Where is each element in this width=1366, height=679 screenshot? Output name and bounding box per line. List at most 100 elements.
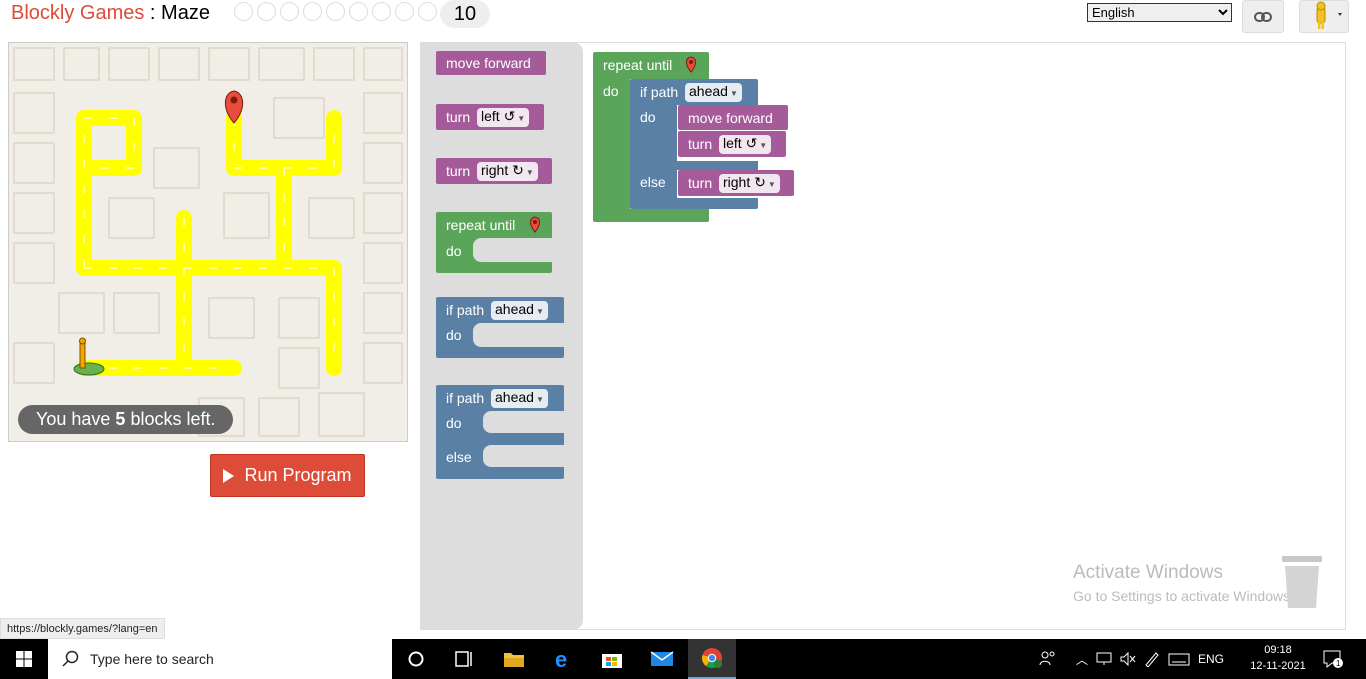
input-language[interactable]: ENG — [1198, 652, 1224, 666]
block-label: repeat until — [446, 217, 516, 233]
block-label: if path — [446, 390, 485, 406]
dropdown-value: right ↻ — [481, 162, 524, 178]
block-label: do — [446, 415, 462, 431]
clock-date: 12-11-2021 — [1250, 660, 1306, 672]
block-label: do — [640, 109, 656, 125]
game-name: Maze — [161, 2, 210, 24]
block-label: if path — [640, 84, 679, 100]
statement-slot[interactable] — [473, 238, 552, 262]
dropdown-value: left ↺ — [723, 135, 758, 151]
link-button[interactable] — [1242, 0, 1284, 33]
block-label: else — [446, 449, 472, 465]
system-tray — [1038, 639, 1056, 679]
level-5-link[interactable] — [326, 2, 345, 21]
blocks-left-suffix: blocks left. — [125, 409, 216, 429]
dropdown-value: right ↻ — [723, 174, 766, 190]
cortana-icon — [408, 651, 424, 667]
keyboard-icon[interactable] — [1168, 652, 1190, 666]
level-3-link[interactable] — [280, 2, 299, 21]
path-dropdown[interactable]: ahead ▼ — [491, 301, 548, 320]
level-4-link[interactable] — [303, 2, 322, 21]
taskbar-search-box[interactable]: Type here to search — [48, 639, 392, 679]
windows-taskbar: Type here to search e ︿ ENG 09:18 12-11-… — [0, 639, 1366, 679]
direction-dropdown[interactable]: right ↻ ▼ — [477, 162, 538, 181]
block-label: if path — [446, 302, 485, 318]
notification-icon: 1 — [1323, 650, 1343, 669]
block-label: else — [640, 174, 666, 190]
network-icon[interactable] — [1096, 652, 1112, 666]
clock[interactable]: 09:18 12-11-2021 — [1246, 642, 1310, 674]
trash-can-icon[interactable] — [1282, 556, 1322, 608]
blockly-maze-page: Blockly Games : Maze 10 English You have… — [0, 0, 1366, 679]
block-label: do — [446, 327, 462, 343]
block-label: do — [603, 83, 619, 99]
folder-icon — [504, 653, 524, 667]
watermark-title: Activate Windows — [1073, 562, 1223, 583]
task-view-button[interactable] — [440, 639, 488, 679]
brand-link[interactable]: Blockly Games — [11, 2, 144, 24]
level-7-link[interactable] — [372, 2, 391, 21]
page-title: Blockly Games : Maze — [11, 2, 210, 25]
search-placeholder: Type here to search — [90, 651, 214, 667]
program-move-forward-block[interactable]: move forward — [678, 105, 788, 130]
volume-muted-icon[interactable] — [1120, 652, 1136, 666]
file-explorer-button[interactable] — [490, 639, 538, 679]
block-label: turn — [688, 136, 713, 152]
tray-icons: ︿ ENG — [1076, 639, 1224, 679]
clock-time: 09:18 — [1264, 644, 1292, 656]
level-9-link[interactable] — [418, 2, 437, 21]
direction-dropdown[interactable]: left ↺ ▼ — [477, 108, 530, 127]
task-view-icon — [455, 651, 472, 667]
level-6-link[interactable] — [349, 2, 368, 21]
path-dropdown[interactable]: ahead ▼ — [685, 83, 742, 102]
toolbox-if-else-block[interactable]: if path ahead ▼ do else — [436, 385, 564, 479]
level-2-link[interactable] — [257, 2, 276, 21]
toolbox-move-forward-block[interactable]: move forward — [436, 51, 546, 75]
chrome-icon — [702, 648, 722, 668]
maze-svg — [13, 47, 403, 437]
goal-marker-icon — [686, 56, 696, 73]
block-label: turn — [446, 163, 471, 179]
level-8-link[interactable] — [395, 2, 414, 21]
block-label: turn — [688, 175, 713, 191]
notification-count: 1 — [1336, 659, 1341, 668]
edge-icon: e — [555, 648, 567, 670]
watermark-subtitle: Go to Settings to activate Windows. — [1073, 588, 1294, 604]
run-program-button[interactable]: Run Program — [210, 454, 365, 497]
toolbox-turn-right-block[interactable]: turn right ↻ ▼ — [436, 158, 552, 184]
dropdown-value: ahead — [495, 389, 534, 405]
path-dropdown[interactable]: ahead ▼ — [491, 389, 548, 408]
direction-dropdown[interactable]: left ↺ ▼ — [719, 135, 772, 154]
level-1-link[interactable] — [234, 2, 253, 21]
chrome-button[interactable] — [688, 639, 736, 679]
cortana-button[interactable] — [392, 639, 440, 679]
toolbox-if-path-block[interactable]: if path ahead ▼ do — [436, 297, 564, 358]
svg-text:e: e — [555, 648, 567, 670]
start-button[interactable] — [0, 639, 48, 679]
store-button[interactable] — [588, 639, 636, 679]
notification-center[interactable]: 1 — [1322, 639, 1344, 679]
level-selector — [234, 2, 437, 21]
language-select[interactable]: English — [1087, 3, 1232, 22]
toolbox-repeat-until-block[interactable]: repeat until do — [436, 212, 552, 273]
program-turn-left-block[interactable]: turn left ↺ ▼ — [678, 131, 786, 157]
people-icon[interactable] — [1038, 650, 1056, 668]
block-label: turn — [446, 109, 471, 125]
windows-logo-icon — [16, 651, 32, 667]
blocks-left-badge: You have 5 blocks left. — [18, 405, 234, 434]
block-label: do — [446, 243, 462, 259]
direction-dropdown[interactable]: right ↻ ▼ — [719, 174, 780, 193]
block-label: move forward — [688, 110, 773, 126]
toolbox-turn-left-block[interactable]: turn left ↺ ▼ — [436, 104, 544, 130]
pegman-button[interactable] — [1299, 0, 1349, 33]
block-label: repeat until — [603, 57, 673, 73]
statement-slot[interactable] — [483, 445, 564, 467]
chevron-up-icon[interactable]: ︿ — [1076, 651, 1088, 668]
statement-slot[interactable] — [483, 411, 564, 433]
pen-icon[interactable] — [1144, 651, 1160, 667]
edge-button[interactable]: e — [540, 639, 588, 679]
maze-board — [8, 42, 408, 442]
program-turn-right-block[interactable]: turn right ↻ ▼ — [678, 170, 794, 196]
mail-button[interactable] — [638, 639, 686, 679]
statement-slot[interactable] — [473, 323, 564, 347]
